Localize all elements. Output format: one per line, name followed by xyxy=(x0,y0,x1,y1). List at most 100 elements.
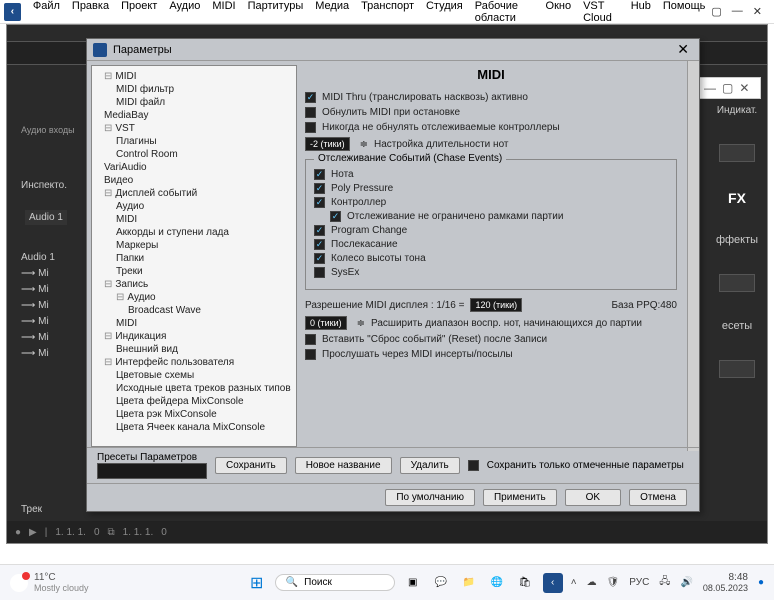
chk-reset-stop[interactable] xyxy=(305,107,316,118)
tree-indication[interactable]: Индикация xyxy=(115,331,166,342)
right-btn-2[interactable] xyxy=(719,274,755,292)
tree-video[interactable]: Видео xyxy=(94,174,294,187)
chk-chase-poly[interactable] xyxy=(314,183,325,194)
tree-ed-chords[interactable]: Аккорды и ступени лада xyxy=(94,226,294,239)
menu-помощь[interactable]: Помощь xyxy=(657,0,712,26)
track-row[interactable]: ⟶ Mi xyxy=(21,282,55,298)
tree-ed-markers[interactable]: Маркеры xyxy=(94,239,294,252)
audio-track-header[interactable]: Audio 1 xyxy=(25,210,67,225)
teams-icon[interactable]: 💬 xyxy=(431,573,451,593)
transport-rec-icon[interactable]: ● xyxy=(15,527,21,538)
prefs-close-icon[interactable]: ✕ xyxy=(673,41,693,58)
taskbar-search[interactable]: 🔍 Поиск xyxy=(275,574,395,591)
tree-control-room[interactable]: Control Room xyxy=(94,148,294,161)
tree-rec-midi[interactable]: MIDI xyxy=(94,317,294,330)
ok-button[interactable]: OK xyxy=(565,489,621,506)
window-minimize-dash-icon[interactable]: — xyxy=(732,5,743,18)
tray-chevron-icon[interactable]: ˄ xyxy=(571,577,577,588)
tree-vst[interactable]: VST xyxy=(115,123,134,134)
inner-close-icon[interactable]: ✕ xyxy=(739,81,749,95)
chk-chase-pc[interactable] xyxy=(314,225,325,236)
tree-plugins[interactable]: Плагины xyxy=(94,135,294,148)
chk-insert-reset[interactable] xyxy=(305,334,316,345)
prefs-scrollbar[interactable] xyxy=(687,61,699,451)
tree-variaudio[interactable]: VariAudio xyxy=(94,161,294,174)
tray-volume-icon[interactable]: 🔊 xyxy=(680,577,692,588)
chk-save-marked[interactable] xyxy=(468,460,479,471)
save-preset-button[interactable]: Сохранить xyxy=(215,457,287,474)
window-minimize-icon[interactable]: ▢ xyxy=(711,5,721,18)
menu-партитуры[interactable]: Партитуры xyxy=(242,0,310,26)
chk-chase-unlimited[interactable] xyxy=(330,211,341,222)
tree-ui-color-schemes[interactable]: Цветовые схемы xyxy=(94,369,294,382)
inner-max-icon[interactable]: ▢ xyxy=(722,81,733,95)
inner-min-icon[interactable]: — xyxy=(704,81,716,95)
store-icon[interactable]: 🛍 xyxy=(515,573,535,593)
new-preset-button[interactable]: Новое название xyxy=(295,457,392,474)
tray-security-icon[interactable]: 🛡 xyxy=(607,577,620,588)
tray-time[interactable]: 8:48 xyxy=(703,572,748,583)
presets-dropdown[interactable] xyxy=(97,463,207,479)
transport-play-icon[interactable]: ▶ xyxy=(29,527,37,538)
menu-медиа[interactable]: Медиа xyxy=(309,0,355,26)
track-row[interactable]: ⟶ Mi xyxy=(21,266,55,282)
right-btn-1[interactable] xyxy=(719,144,755,162)
menu-рабочие области[interactable]: Рабочие области xyxy=(469,0,540,26)
menu-midi[interactable]: MIDI xyxy=(206,0,241,26)
menu-hub[interactable]: Hub xyxy=(625,0,657,26)
extend-field[interactable]: 0 (тики) xyxy=(305,316,347,330)
apply-button[interactable]: Применить xyxy=(483,489,557,506)
tree-midi-filter[interactable]: MIDI фильтр xyxy=(94,83,294,96)
track-row[interactable]: ⟶ Mi xyxy=(21,314,55,330)
tree-ed-tracks[interactable]: Треки xyxy=(94,265,294,278)
menu-транспорт[interactable]: Транспорт xyxy=(355,0,420,26)
tree-ui-rack-colors[interactable]: Цвета рэк MixConsole xyxy=(94,408,294,421)
menu-проект[interactable]: Проект xyxy=(115,0,163,26)
chk-chase-ctrl[interactable] xyxy=(314,197,325,208)
tree-rec-bwave[interactable]: Broadcast Wave xyxy=(94,304,294,317)
right-btn-3[interactable] xyxy=(719,360,755,378)
defaults-button[interactable]: По умолчанию xyxy=(385,489,475,506)
window-close-icon[interactable]: ✕ xyxy=(753,5,762,18)
length-adjust-field[interactable]: -2 (тики) xyxy=(305,137,350,151)
tray-notifications-icon[interactable]: ● xyxy=(758,577,764,588)
tree-ed-midi[interactable]: MIDI xyxy=(94,213,294,226)
tree-rec-audio[interactable]: Аудио xyxy=(127,292,155,303)
track-folder[interactable]: Audio 1 xyxy=(21,250,55,266)
menu-файл[interactable]: Файл xyxy=(27,0,66,26)
menu-окно[interactable]: Окно xyxy=(540,0,578,26)
explorer-icon[interactable]: 📁 xyxy=(459,573,479,593)
cancel-button[interactable]: Отмена xyxy=(629,489,687,506)
chk-chase-pitch[interactable] xyxy=(314,253,325,264)
tree-ed-audio[interactable]: Аудио xyxy=(94,200,294,213)
tree-ui-cell-colors[interactable]: Цвета Ячеек канала MixConsole xyxy=(94,421,294,434)
tree-appearance[interactable]: Внешний вид xyxy=(94,343,294,356)
track-row[interactable]: ⟶ Mi xyxy=(21,298,55,314)
menu-аудио[interactable]: Аудио xyxy=(163,0,206,26)
tree-event-display[interactable]: Дисплей событий xyxy=(115,188,197,199)
tree-ui[interactable]: Интерфейс пользователя xyxy=(115,357,234,368)
tray-date[interactable]: 08.05.2023 xyxy=(703,583,748,593)
tray-cloud-icon[interactable]: ☁ xyxy=(587,577,597,588)
tree-ui-fader-colors[interactable]: Цвета фейдера MixConsole xyxy=(94,395,294,408)
track-row[interactable]: ⟶ Mi xyxy=(21,330,55,346)
menu-vst cloud[interactable]: VST Cloud xyxy=(577,0,625,26)
start-icon[interactable]: ⊞ xyxy=(247,573,267,593)
tree-record[interactable]: Запись xyxy=(115,279,148,290)
tree-ui-track-colors[interactable]: Исходные цвета треков разных типов xyxy=(94,382,294,395)
chk-chase-note[interactable] xyxy=(314,169,325,180)
chk-midi-thru[interactable] xyxy=(305,92,316,103)
chk-audition[interactable] xyxy=(305,349,316,360)
disp-res-field[interactable]: 120 (тики) xyxy=(470,298,522,312)
tree-mediabay[interactable]: MediaBay xyxy=(94,109,294,122)
weather-widget[interactable]: 11°C Mostly cloudy xyxy=(10,572,89,593)
transport-s-icon[interactable]: ⧉ xyxy=(108,527,115,538)
taskview-icon[interactable]: ▣ xyxy=(403,573,423,593)
menu-правка[interactable]: Правка xyxy=(66,0,115,26)
chk-chase-sysex[interactable] xyxy=(314,267,325,278)
tray-lang[interactable]: РУС xyxy=(629,577,649,588)
edge-icon[interactable]: 🌐 xyxy=(487,573,507,593)
chk-never-reset[interactable] xyxy=(305,122,316,133)
menu-студия[interactable]: Студия xyxy=(420,0,469,26)
delete-preset-button[interactable]: Удалить xyxy=(400,457,460,474)
